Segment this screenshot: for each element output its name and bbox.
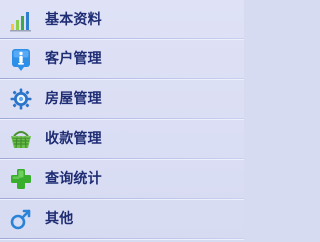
plus-icon (6, 164, 36, 194)
sidebar-item-payment-management[interactable]: 收款管理 (0, 119, 244, 159)
sidebar-item-label: 客户管理 (45, 51, 102, 67)
sidebar-menu: 基本资料 客户管理 房屋管理 收款管理 查询统计 其他 (0, 0, 244, 242)
sidebar-item-label: 收款管理 (45, 131, 102, 147)
sidebar-item-label: 基本资料 (45, 11, 102, 28)
sidebar-item-house-management[interactable]: 房屋管理 (0, 79, 244, 119)
sidebar-item-query-statistics[interactable]: 查询统计 (0, 159, 244, 199)
bar-chart-icon (6, 5, 36, 35)
sidebar-item-label: 房屋管理 (45, 91, 102, 107)
sidebar-item-label: 其他 (45, 211, 74, 227)
info-icon (6, 44, 36, 74)
sidebar-item-others[interactable]: 其他 (0, 199, 244, 239)
gear-icon (6, 84, 36, 114)
basket-icon (6, 124, 36, 154)
sidebar-item-basic-info[interactable]: 基本资料 (0, 0, 244, 39)
male-symbol-icon (6, 204, 36, 234)
sidebar-item-customer-management[interactable]: 客户管理 (0, 39, 244, 79)
sidebar-item-label: 查询统计 (45, 171, 102, 187)
